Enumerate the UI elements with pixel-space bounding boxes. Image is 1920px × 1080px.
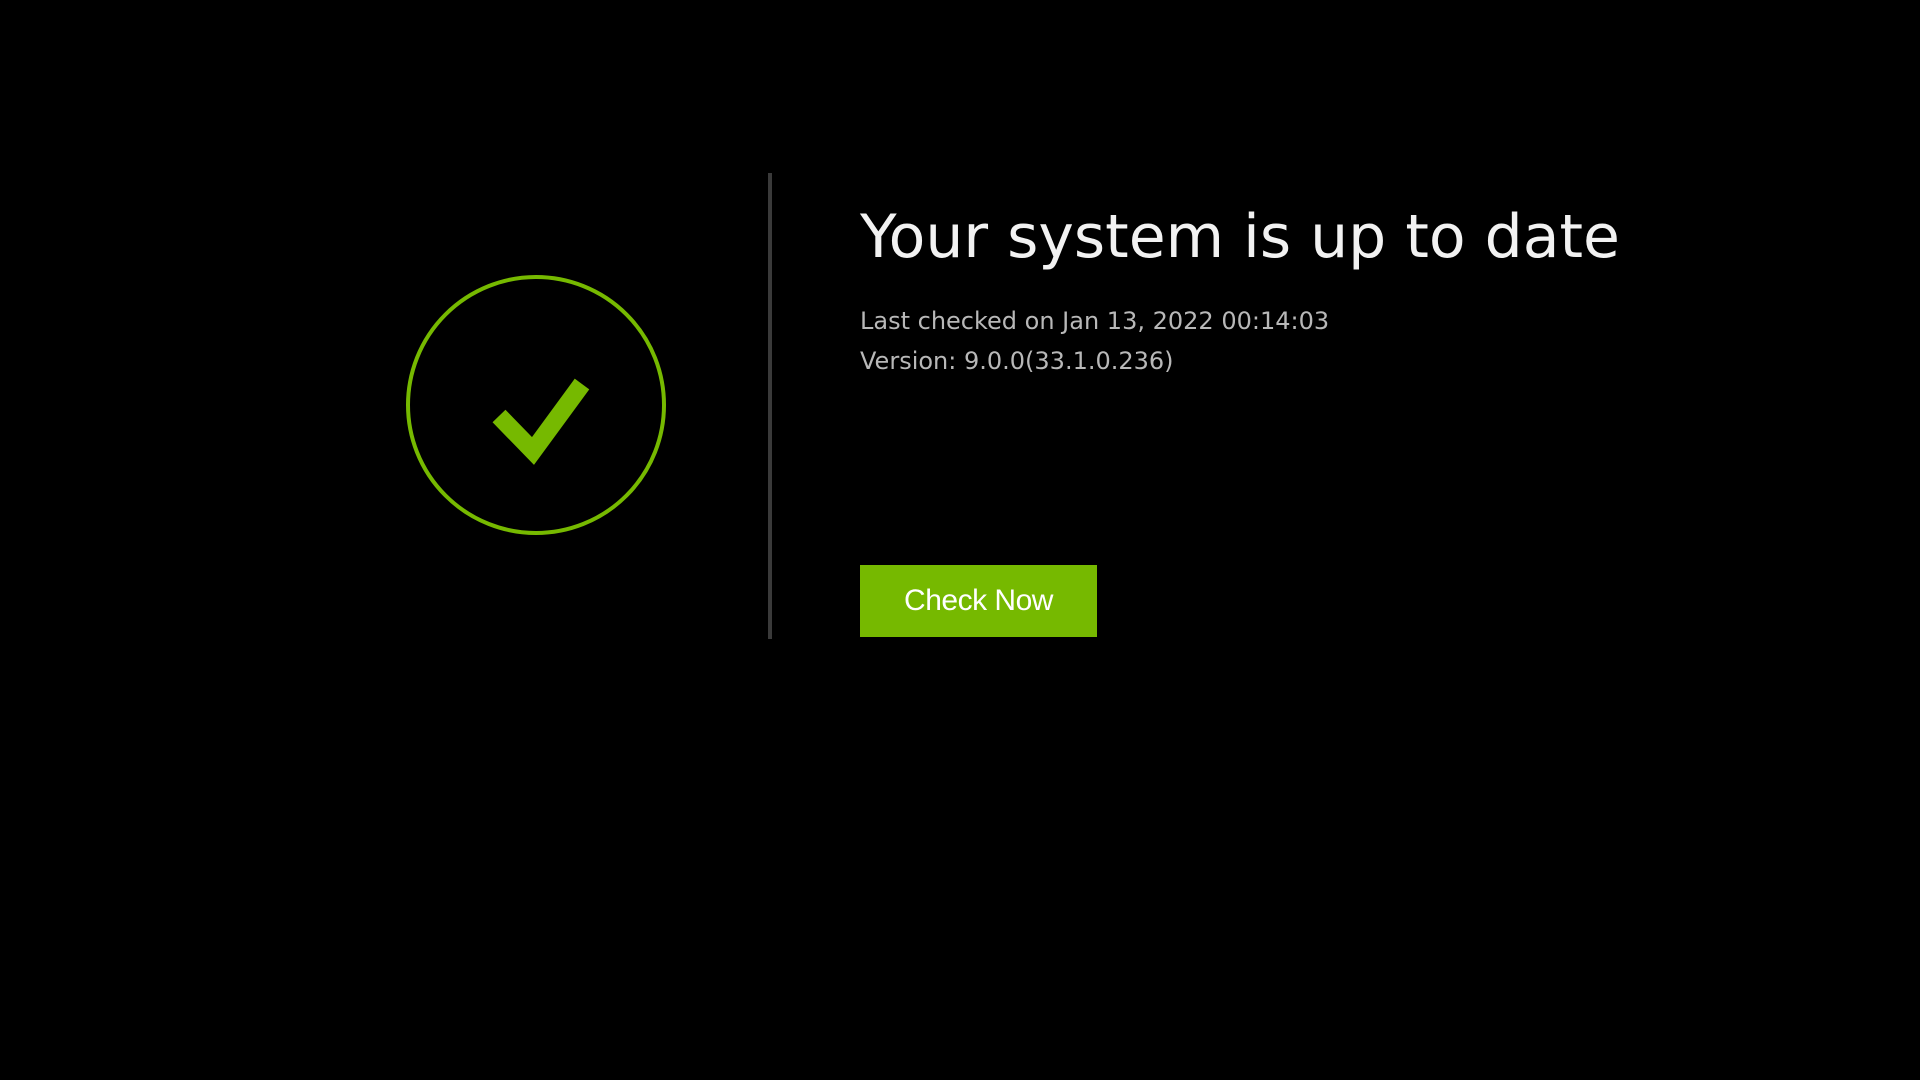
status-meta: Last checked on Jan 13, 2022 00:14:03 Ve… xyxy=(860,301,1860,381)
last-checked-text: Last checked on Jan 13, 2022 00:14:03 xyxy=(860,307,1330,335)
status-info: Your system is up to date Last checked o… xyxy=(860,195,1860,381)
check-circle-icon xyxy=(406,275,666,535)
update-status-panel: Your system is up to date Last checked o… xyxy=(0,0,1920,1080)
check-now-button[interactable]: Check Now xyxy=(860,565,1097,637)
checkmark-icon xyxy=(492,378,590,465)
version-text: Version: 9.0.0(33.1.0.236) xyxy=(860,347,1174,375)
status-title: Your system is up to date xyxy=(860,202,1620,272)
vertical-divider xyxy=(768,173,772,639)
